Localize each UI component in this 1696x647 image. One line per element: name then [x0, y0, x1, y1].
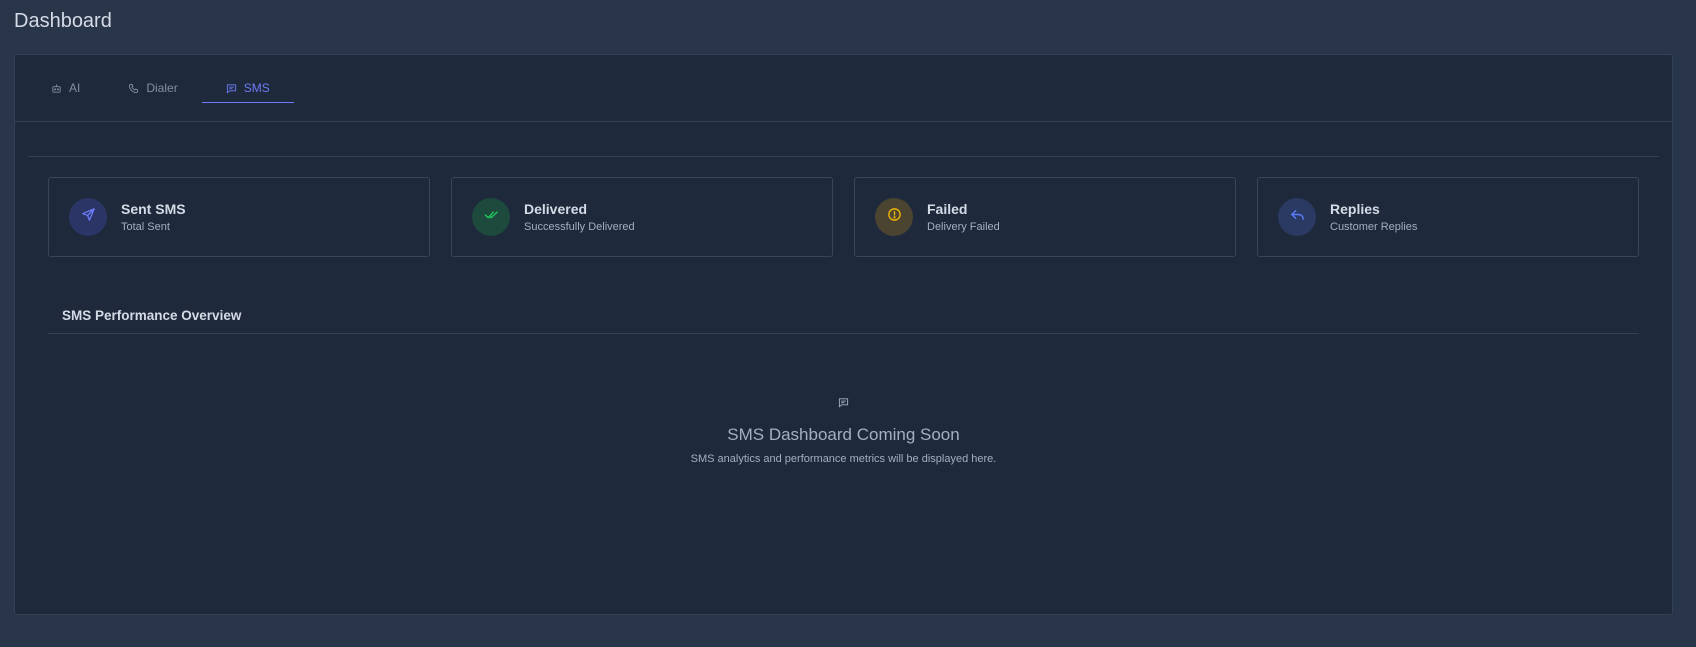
stats-row: Sent SMS Total Sent Delivered Successful…: [48, 177, 1639, 257]
robot-icon: [51, 83, 62, 94]
stat-title: Sent SMS: [121, 201, 186, 217]
divider: [28, 156, 1659, 157]
stat-subtitle: Successfully Delivered: [524, 221, 635, 233]
empty-state-heading: SMS Dashboard Coming Soon: [727, 425, 960, 444]
stat-subtitle: Customer Replies: [1330, 221, 1418, 233]
dashboard-card: AI Dialer SMS Sent SMS Total Sent Delive…: [14, 54, 1673, 615]
stat-title: Replies: [1330, 201, 1380, 217]
stat-icon-circle: [875, 198, 913, 236]
section-divider: [48, 333, 1639, 334]
stat-icon-circle: [1278, 198, 1316, 236]
page-title: Dashboard: [14, 10, 112, 32]
tab-ai[interactable]: AI: [27, 55, 104, 121]
stat-icon-circle: [472, 198, 510, 236]
stat-subtitle: Total Sent: [121, 221, 170, 233]
empty-state: SMS Dashboard Coming Soon SMS analytics …: [15, 395, 1672, 465]
tab-dialer[interactable]: Dialer: [104, 55, 201, 121]
stat-card-delivered: Delivered Successfully Delivered: [451, 177, 833, 257]
stat-subtitle: Delivery Failed: [927, 221, 1000, 233]
tab-sms[interactable]: SMS: [201, 55, 294, 121]
tab-ai-label: AI: [69, 81, 81, 95]
section-title: SMS Performance Overview: [62, 308, 242, 323]
stat-card-sent: Sent SMS Total Sent: [48, 177, 430, 257]
stat-title: Failed: [927, 201, 968, 217]
stat-icon-circle: [69, 198, 107, 236]
send-icon: [81, 207, 96, 227]
stat-card-replies: Replies Customer Replies: [1257, 177, 1639, 257]
stat-card-failed: Failed Delivery Failed: [854, 177, 1236, 257]
message-icon: [838, 395, 849, 408]
check-double-icon: [484, 207, 499, 227]
stat-title: Delivered: [524, 201, 588, 217]
message-icon: [226, 83, 237, 94]
empty-state-description: SMS analytics and performance metrics wi…: [690, 453, 997, 465]
alert-circle-icon: [887, 207, 902, 227]
phone-icon: [128, 83, 139, 94]
tab-sms-label: SMS: [243, 81, 270, 95]
tab-dialer-label: Dialer: [146, 81, 178, 95]
tab-bar: AI Dialer SMS: [15, 55, 1672, 122]
reply-icon: [1290, 207, 1305, 227]
